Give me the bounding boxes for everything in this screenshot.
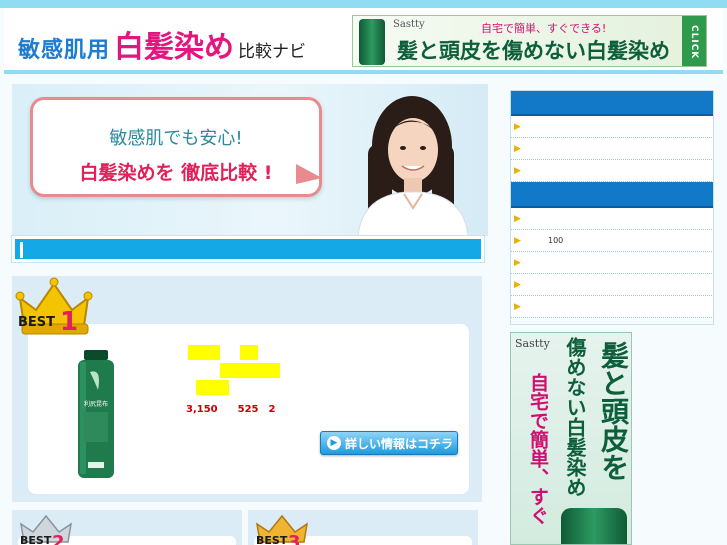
- site-logo[interactable]: 敏感肌用 白髪染め 比較ナビ: [18, 22, 306, 66]
- arrow-right-icon: ▶: [514, 279, 521, 290]
- banner-subtext: 自宅で簡単、すぐできる!: [481, 22, 607, 35]
- header-ad-banner[interactable]: Sastty 自宅で簡単、すぐできる! 髪と頭皮を傷めない白髪染め CLICK: [352, 15, 707, 67]
- best2-rank-number: 2: [52, 532, 65, 545]
- speech-bubble: 敏感肌でも安心! 白髪染めを 徹底比較 !: [30, 97, 322, 197]
- sidebar-link[interactable]: ▶: [510, 160, 714, 182]
- logo-text-gray-hair-dye: 白髪染め: [114, 30, 235, 65]
- product-bottle-image: [561, 508, 627, 544]
- arrow-right-icon: ▶: [514, 165, 521, 176]
- sidebar-link[interactable]: ▶: [510, 138, 714, 160]
- ranking-best2-section: BEST 2: [12, 510, 242, 545]
- sidebar-ad-banner[interactable]: Sastty 髪と頭皮を 傷めない白髪染め 自宅で簡単、すぐ: [510, 332, 632, 545]
- gold-crown-icon: BEST 1: [15, 277, 93, 337]
- best3-rank-number: 3: [288, 532, 301, 545]
- product-bottle-image: [359, 19, 385, 65]
- product-bottle-image[interactable]: 利尻昆布: [76, 350, 116, 478]
- sidebar: ▶ ▶ ▶ ▶ ▶ 100 ▶ ▶ ▶: [510, 90, 714, 318]
- arrow-right-icon: ▶: [514, 213, 521, 224]
- sidebar-link-label: 100: [548, 236, 564, 245]
- best3-badge-text: BEST: [256, 534, 288, 545]
- bar-marker: [20, 242, 23, 258]
- highlight-marker: [196, 380, 229, 395]
- hero-bottom-bar: [11, 235, 485, 263]
- silver-crown-icon: BEST 2: [19, 514, 73, 545]
- side-banner-col1: 髪と頭皮を: [597, 341, 630, 481]
- logo-text-sensitive-skin: 敏感肌用: [18, 38, 111, 63]
- arrow-right-icon: ▶: [327, 436, 341, 450]
- arrow-right-icon: ▶: [514, 121, 521, 132]
- woman-photo: [357, 96, 469, 236]
- hero-line2: 白髪染めを 徹底比較 !: [79, 162, 273, 184]
- best1-badge-text: BEST: [18, 315, 55, 330]
- speech-bubble-tail: [296, 164, 322, 184]
- sidebar-link[interactable]: ▶ 100: [510, 230, 714, 252]
- site-header: 敏感肌用 白髪染め 比較ナビ Sastty 自宅で簡単、すぐできる! 髪と頭皮を…: [4, 8, 723, 74]
- best1-price-text: 3,150 525 2: [186, 404, 276, 415]
- detail-info-button[interactable]: ▶ 詳しい情報はコチラ: [320, 431, 458, 455]
- sidebar-link[interactable]: ▶: [510, 208, 714, 230]
- ranking-best1-section: BEST 1 利尻昆布: [12, 276, 482, 502]
- sidebar-heading-1: [510, 90, 714, 116]
- banner-brand: Sastty: [393, 19, 425, 30]
- detail-button-label: 詳しい情報はコチラ: [345, 436, 454, 451]
- arrow-right-icon: ▶: [514, 143, 521, 154]
- arrow-right-icon: ▶: [514, 301, 521, 312]
- bronze-crown-icon: BEST 3: [255, 514, 309, 545]
- side-banner-brand: Sastty: [515, 337, 550, 350]
- highlight-marker: [220, 363, 280, 378]
- sidebar-link[interactable]: ▶: [510, 296, 714, 318]
- arrow-right-icon: ▶: [514, 257, 521, 268]
- banner-headline: 髪と頭皮を傷めない白髪染め: [397, 38, 670, 63]
- best1-rank-number: 1: [60, 307, 78, 337]
- page: 敏感肌用 白髪染め 比較ナビ Sastty 自宅で簡単、すぐできる! 髪と頭皮を…: [0, 0, 727, 545]
- highlight-marker: [240, 345, 258, 360]
- product-label: 利尻昆布: [84, 400, 108, 408]
- ranking-best3-section: BEST 3: [248, 510, 478, 545]
- highlight-marker: [188, 345, 220, 360]
- banner-click-button[interactable]: CLICK: [682, 16, 706, 66]
- sidebar-link[interactable]: ▶: [510, 274, 714, 296]
- hero-banner: 敏感肌でも安心! 白髪染めを 徹底比較 !: [12, 84, 488, 236]
- arrow-right-icon: ▶: [514, 235, 521, 246]
- sidebar-heading-2: [510, 182, 714, 208]
- hero-line1: 敏感肌でも安心!: [109, 128, 243, 149]
- sidebar-link[interactable]: ▶: [510, 252, 714, 274]
- top-accent-bar: [0, 0, 727, 8]
- sidebar-link[interactable]: ▶: [510, 116, 714, 138]
- logo-text-comparison-navi: 比較ナビ: [238, 42, 307, 62]
- side-banner-col2: 傷めない白髪染め: [563, 337, 587, 497]
- side-banner-col3: 自宅で簡単、すぐ: [527, 373, 549, 525]
- best2-badge-text: BEST: [20, 534, 52, 545]
